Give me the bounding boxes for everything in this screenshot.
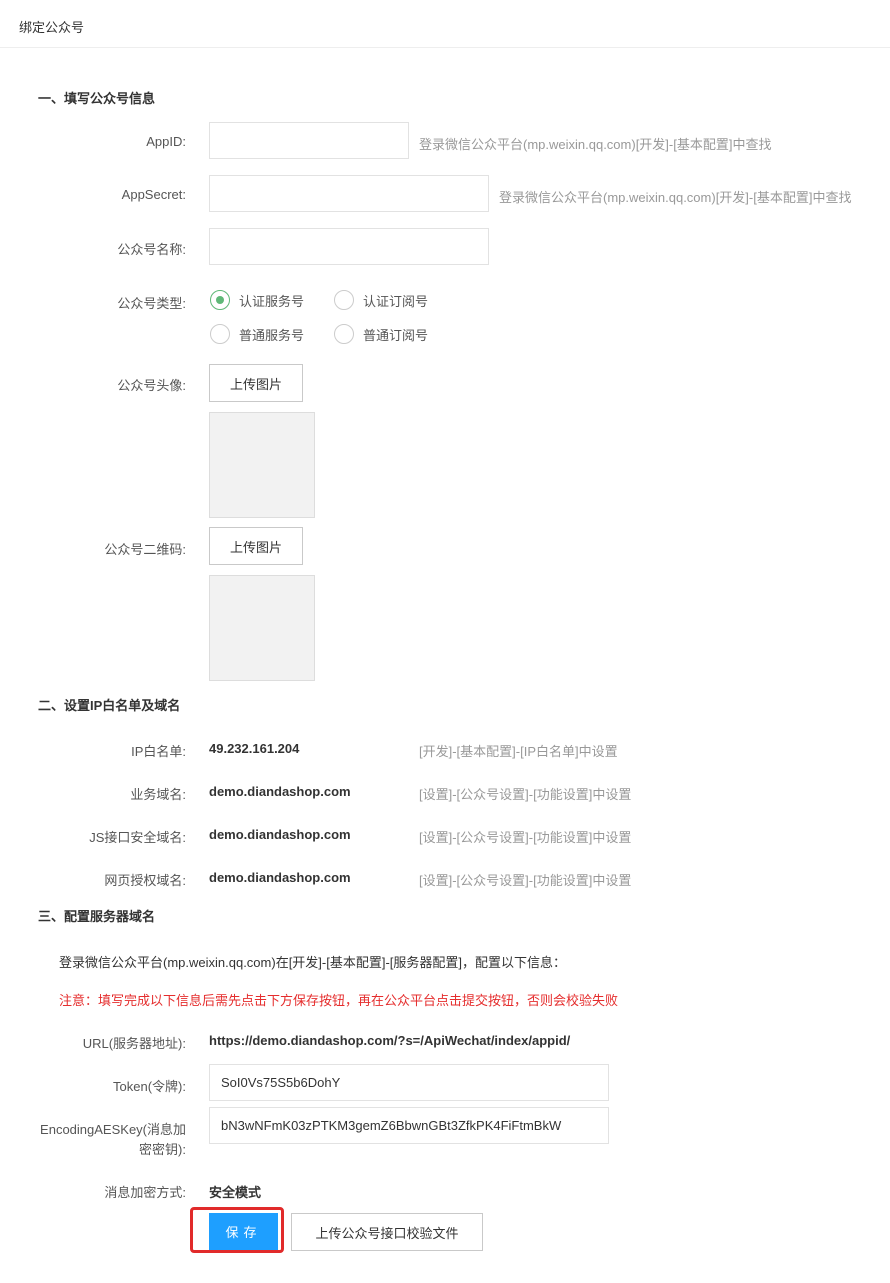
section-title-server-config: 三、配置服务器域名 bbox=[38, 909, 156, 924]
radio-label: 认证订阅号 bbox=[363, 293, 429, 309]
radio-unchecked-icon bbox=[334, 290, 354, 310]
token-input[interactable] bbox=[209, 1064, 609, 1101]
account-name-label: 公众号名称: bbox=[117, 242, 186, 257]
aeskey-input[interactable] bbox=[209, 1107, 609, 1144]
business-domain-label: 业务域名: bbox=[130, 787, 186, 802]
encrypt-mode-label: 消息加密方式: bbox=[104, 1185, 186, 1200]
oauth-domain-value: demo.diandashop.com bbox=[209, 870, 351, 885]
ip-whitelist-value: 49.232.161.204 bbox=[209, 741, 300, 756]
account-type-label: 公众号类型: bbox=[117, 296, 186, 311]
business-domain-value: demo.diandashop.com bbox=[209, 784, 351, 799]
oauth-domain-label: 网页授权域名: bbox=[104, 873, 186, 888]
page-header: 绑定公众号 bbox=[0, 0, 890, 48]
radio-verified-service[interactable]: 认证服务号 bbox=[210, 290, 304, 310]
radio-label: 普通订阅号 bbox=[363, 327, 429, 343]
url-value: https://demo.diandashop.com/?s=/ApiWecha… bbox=[209, 1033, 571, 1048]
radio-unchecked-icon bbox=[210, 324, 230, 344]
upload-avatar-button[interactable]: 上传图片 bbox=[209, 364, 303, 402]
avatar-preview bbox=[209, 412, 315, 518]
appsecret-input[interactable] bbox=[209, 175, 489, 212]
radio-normal-subscription[interactable]: 普通订阅号 bbox=[334, 324, 428, 344]
aeskey-label-line2: 密密钥): bbox=[139, 1142, 186, 1157]
ip-whitelist-label: IP白名单: bbox=[131, 744, 186, 759]
js-domain-value: demo.diandashop.com bbox=[209, 827, 351, 842]
appid-label: AppID: bbox=[146, 134, 186, 149]
business-domain-hint: [设置]-[公众号设置]-[功能设置]中设置 bbox=[419, 787, 632, 802]
token-label: Token(令牌): bbox=[113, 1079, 186, 1094]
ip-whitelist-hint: [开发]-[基本配置]-[IP白名单]中设置 bbox=[419, 744, 618, 759]
js-domain-label: JS接口安全域名: bbox=[89, 830, 186, 845]
upload-verify-file-button[interactable]: 上传公众号接口校验文件 bbox=[291, 1213, 483, 1251]
server-config-warning: 注意：填写完成以下信息后需先点击下方保存按钮，再在公众平台点击提交按钮，否则会校… bbox=[59, 993, 619, 1008]
account-name-input[interactable] bbox=[209, 228, 489, 265]
upload-qrcode-button[interactable]: 上传图片 bbox=[209, 527, 303, 565]
js-domain-hint: [设置]-[公众号设置]-[功能设置]中设置 bbox=[419, 830, 632, 845]
aeskey-label-line1: EncodingAESKey(消息加 bbox=[40, 1122, 186, 1137]
qrcode-preview bbox=[209, 575, 315, 681]
qrcode-label: 公众号二维码: bbox=[104, 542, 186, 557]
server-config-info: 登录微信公众平台(mp.weixin.qq.com)在[开发]-[基本配置]-[… bbox=[59, 955, 567, 970]
radio-unchecked-icon bbox=[334, 324, 354, 344]
appid-hint: 登录微信公众平台(mp.weixin.qq.com)[开发]-[基本配置]中查找 bbox=[419, 137, 772, 152]
avatar-label: 公众号头像: bbox=[117, 378, 186, 393]
radio-verified-subscription[interactable]: 认证订阅号 bbox=[334, 290, 428, 310]
save-button[interactable]: 保存 bbox=[209, 1213, 278, 1250]
radio-label: 认证服务号 bbox=[239, 293, 305, 309]
appsecret-label: AppSecret: bbox=[121, 187, 186, 202]
encrypt-mode-value: 安全模式 bbox=[209, 1185, 262, 1200]
radio-normal-service[interactable]: 普通服务号 bbox=[210, 324, 304, 344]
url-label: URL(服务器地址): bbox=[82, 1036, 186, 1051]
appid-input[interactable] bbox=[209, 122, 409, 159]
radio-checked-icon bbox=[210, 290, 230, 310]
section-title-ip-domain: 二、设置IP白名单及域名 bbox=[38, 698, 181, 713]
section-title-account-info: 一、填写公众号信息 bbox=[38, 91, 156, 106]
appsecret-hint: 登录微信公众平台(mp.weixin.qq.com)[开发]-[基本配置]中查找 bbox=[499, 190, 852, 205]
radio-label: 普通服务号 bbox=[239, 327, 305, 343]
page-title: 绑定公众号 bbox=[19, 20, 85, 35]
oauth-domain-hint: [设置]-[公众号设置]-[功能设置]中设置 bbox=[419, 873, 632, 888]
